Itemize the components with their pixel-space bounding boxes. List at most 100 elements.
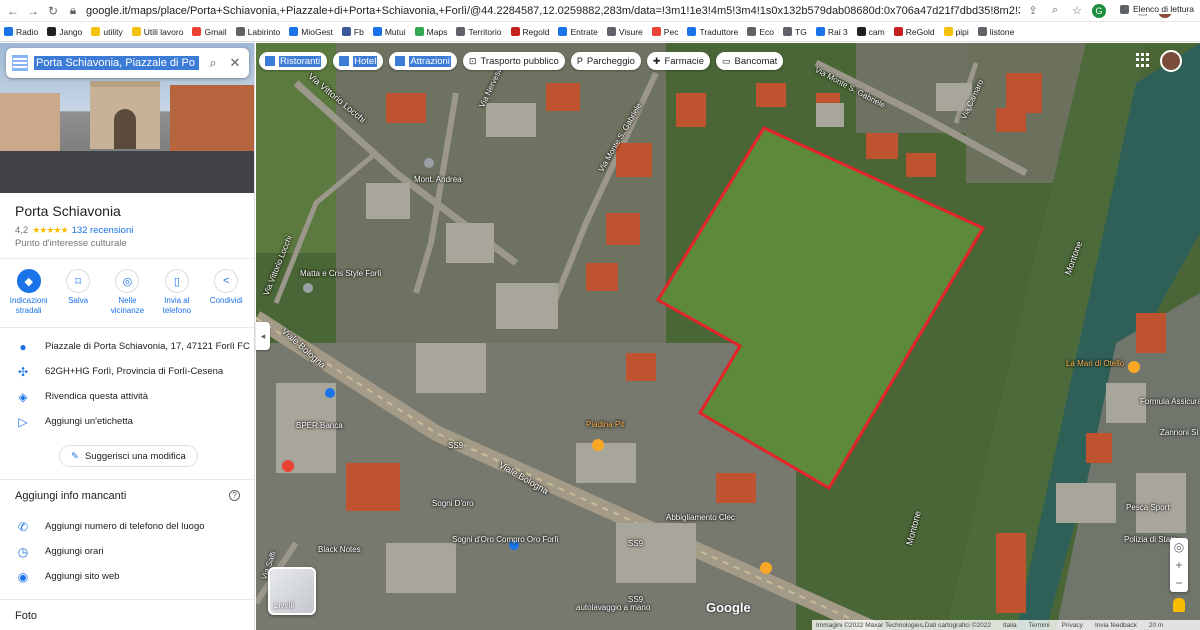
bookmark-item[interactable]: ReGold [893, 27, 935, 37]
grammarly-extension-icon[interactable]: G [1092, 3, 1106, 18]
divider [0, 479, 254, 480]
chip-parcheggio[interactable]: P Parcheggio [570, 52, 641, 70]
add-label-row[interactable]: ▷ Aggiungi un'etichetta [0, 409, 254, 434]
bookmark-item[interactable]: Maps [414, 27, 447, 37]
bookmark-label: TG [795, 26, 807, 37]
chip-farmacie[interactable]: ✚ Farmacie [646, 52, 711, 70]
zoom-page-icon[interactable]: ⌕ [1048, 4, 1062, 18]
chip-icon: ⊡ [468, 55, 477, 66]
terms-link[interactable]: Termini [1029, 622, 1050, 629]
add-phone-text: Aggiungi numero di telefono del luogo [45, 521, 205, 532]
account-avatar[interactable] [1160, 50, 1182, 72]
chip-icon: ✚ [652, 55, 661, 66]
add-phone-row[interactable]: ✆ Aggiungi numero di telefono del luogo [0, 514, 254, 539]
search-input[interactable]: Porta Schiavonia, Piazzale di Po [34, 56, 199, 70]
bookmark-item[interactable]: Utili lavoro [131, 27, 183, 37]
scale-bar[interactable]: 20 m [1149, 622, 1163, 629]
close-icon[interactable]: ✕ [227, 55, 243, 71]
add-hours-row[interactable]: ◷ Aggiungi orari [0, 539, 254, 564]
chip-icon: P [576, 56, 583, 66]
satellite-map[interactable]: Via Vittorio Locchi Via Nervesa Via Mont… [256, 43, 1200, 630]
address-row[interactable]: ● Piazzale di Porta Schiavonia, 17, 47121… [0, 334, 254, 359]
nearby-button[interactable]: ◎ Nelle vicinanze [104, 269, 150, 316]
bookmark-label: pipi [955, 26, 969, 37]
pegman-icon[interactable] [1173, 598, 1185, 612]
bookmark-icon [815, 27, 825, 36]
address-bar[interactable]: google.it/maps/place/Porta+Schiavonia,+P… [86, 5, 1020, 17]
share-page-icon[interactable]: ⇪ [1026, 4, 1040, 18]
zoom-in-button[interactable]: + [1170, 556, 1188, 574]
reload-icon[interactable]: ↻ [46, 4, 60, 18]
bookmark-item[interactable]: Gmail [192, 27, 227, 37]
plus-code-row[interactable]: ✣ 62GH+HG Forlì, Provincia di Forlì-Cesen… [0, 359, 254, 384]
bookmark-label: Territorio [468, 26, 502, 37]
bookmark-item[interactable]: Fb [341, 27, 364, 37]
bookmark-item[interactable]: Radio [4, 27, 38, 37]
reading-list-button[interactable]: Elenco di lettura [1114, 4, 1194, 14]
bookmark-item[interactable]: Jango [47, 27, 82, 37]
send-to-phone-icon: ▯ [164, 269, 189, 293]
chip-ristoranti[interactable]: Ristoranti [259, 52, 328, 70]
search-icon[interactable]: ⌕ [205, 55, 221, 71]
bookmark-item[interactable]: Labirinto [235, 27, 280, 37]
bookmark-item[interactable]: Entrate [558, 27, 598, 37]
help-icon[interactable]: ? [229, 490, 240, 501]
privacy-link[interactable]: Privacy [1062, 622, 1083, 629]
bookmark-item[interactable]: Visure [606, 27, 643, 37]
bookmark-item[interactable]: TG [783, 27, 807, 37]
bookmark-item[interactable]: Regold [510, 27, 549, 37]
save-icon: ⌑ [66, 269, 91, 293]
action-buttons: ◆ Indicazioni stradali ⌑ Salva ◎ Nelle vicina… [0, 269, 254, 316]
bookmark-item[interactable]: pipi [943, 26, 969, 37]
chip-trasporto-pubblico[interactable]: ⊡ Trasporto pubblico [462, 52, 565, 70]
chip-bancomat[interactable]: ▭ Bancomat [716, 52, 784, 70]
location-icon[interactable]: ◎ [1170, 538, 1188, 556]
chip-label: Ristoranti [279, 55, 322, 67]
bookmark-icon [289, 27, 299, 36]
bookmark-item[interactable]: Territorio [456, 26, 502, 37]
bookmark-icon [47, 27, 57, 36]
divider [0, 327, 254, 328]
bookmark-item[interactable]: Eco [747, 27, 774, 37]
directions-button[interactable]: ◆ Indicazioni stradali [6, 269, 52, 316]
directions-label: Indicazioni stradali [9, 296, 48, 315]
add-website-row[interactable]: ◉ Aggiungi sito web [0, 564, 254, 589]
collapse-panel-button[interactable]: ◂ [256, 322, 270, 350]
bookmark-item[interactable]: Rai 3 [815, 27, 848, 37]
bookmark-item[interactable]: cam [856, 27, 885, 37]
bookmark-item[interactable]: listone [977, 27, 1014, 37]
chip-attrazioni[interactable]: Attrazioni [389, 52, 457, 70]
photo-gate-arch [90, 81, 160, 149]
send-to-phone-button[interactable]: ▯ Invia al telefono [154, 269, 200, 316]
reviews-link[interactable]: 132 recensioni [72, 225, 134, 236]
apps-grid-icon[interactable] [1136, 53, 1150, 67]
back-icon[interactable]: ← [6, 4, 20, 18]
bookmarks-bar: Radio Jango utility Utili lavoro Gmail Labiri… [0, 22, 1200, 42]
bookmark-icon [510, 27, 520, 36]
star-bookmark-icon[interactable]: ☆ [1070, 4, 1084, 18]
chip-icon [339, 56, 350, 66]
bookmark-item[interactable]: MioGest [289, 27, 333, 37]
share-button[interactable]: < Condividi [203, 269, 249, 316]
layers-button[interactable]: Livelli [268, 567, 316, 615]
suggest-edit-label: Suggerisci una modifica [84, 450, 186, 462]
save-button[interactable]: ⌑ Salva [55, 269, 101, 316]
claim-business-icon: ◈ [18, 389, 28, 404]
bookmark-icon [943, 27, 953, 36]
claim-business-row[interactable]: ◈ Rivendica questa attività [0, 384, 254, 409]
bookmark-item[interactable]: Pec [651, 27, 678, 37]
bookmark-item[interactable]: Traduttore [687, 27, 738, 37]
chip-label: Farmacie [664, 55, 705, 67]
bookmark-item[interactable]: Mutui [372, 27, 406, 37]
lock-icon[interactable]: 🔒︎ [66, 3, 80, 18]
zoom-out-button[interactable]: − [1170, 574, 1188, 592]
feedback-link[interactable]: Invia feedback [1095, 622, 1137, 629]
add-label-icon: ▷ [18, 414, 28, 429]
country-label[interactable]: Italia [1003, 622, 1017, 629]
chip-hotel[interactable]: Hotel [333, 52, 384, 70]
menu-icon[interactable] [12, 55, 28, 71]
bookmark-item[interactable]: utility [91, 27, 123, 37]
suggest-edit-button[interactable]: ✎ Suggerisci una modifica [59, 445, 198, 467]
map-label: SS9 [628, 595, 644, 604]
forward-icon[interactable]: → [26, 4, 40, 18]
